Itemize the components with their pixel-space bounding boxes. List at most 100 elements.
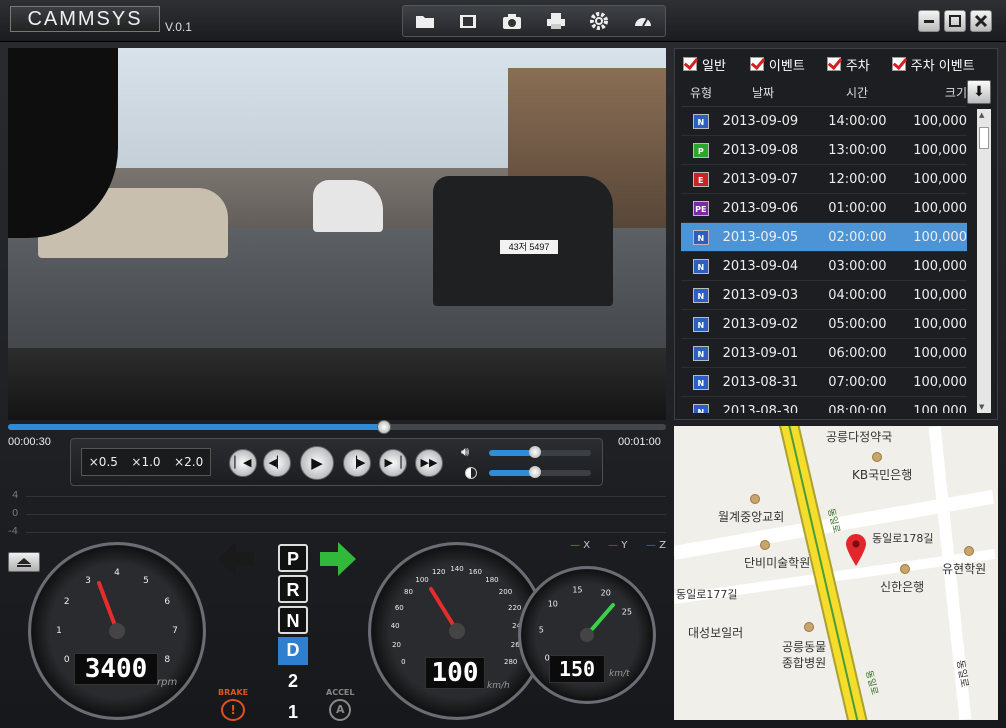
folder-icon[interactable] [414,11,436,31]
video-dashboard [8,348,666,420]
right-arrow-icon [320,542,356,580]
video-player[interactable]: 43저 5497 [8,48,666,420]
type-badge: N [693,287,709,303]
scroll-thumb[interactable] [979,127,989,149]
list-item[interactable]: N 2013-09-01 06:00:00 100,000 [681,339,967,368]
row-size: 100,000 [913,171,967,187]
video-car-white [313,180,383,232]
film-icon[interactable] [457,11,479,31]
progress-fill [8,424,384,430]
checkbox-icon[interactable] [749,57,764,71]
column-type[interactable]: 유형 [681,84,721,101]
fast-forward-icon[interactable]: ▶▶ [415,449,443,477]
rpm-gauge: 3400 rpm 0 1 2 3 4 5 6 7 8 [28,542,206,720]
list-item[interactable]: N 2013-09-03 04:00:00 100,000 [681,281,967,310]
gauge-tick: 140 [450,565,464,573]
brightness-icon [465,467,477,479]
list-item[interactable]: P 2013-09-08 13:00:00 100,000 [681,136,967,165]
hospital-icon [804,622,814,632]
list-item[interactable]: PE 2013-09-06 01:00:00 100,000 [681,194,967,223]
speed-option-double[interactable]: ×2.0 [174,455,203,469]
filter-parking-event[interactable]: 주차 이벤트 [891,55,975,74]
column-size[interactable]: 크기 [909,84,967,101]
checkbox-icon[interactable] [891,57,906,71]
volume-icon: 🔊︎ [461,445,470,460]
minimize-icon[interactable] [918,10,940,32]
gauge-tick: 1 [56,626,62,636]
close-icon[interactable] [970,10,992,32]
list-scrollbar[interactable]: ▲ ▼ [977,109,991,413]
list-item[interactable]: N 2013-09-05 02:00:00 100,000 [681,223,967,252]
progress-handle[interactable] [377,420,391,434]
gear-icon[interactable] [588,11,610,31]
type-badge: N [693,113,709,129]
checkbox-icon[interactable] [826,57,841,71]
list-item[interactable]: N 2013-09-09 14:00:00 100,000 [681,107,967,136]
list-item[interactable]: N 2013-08-31 07:00:00 100,000 [681,368,967,397]
gauge-tick: 0 [63,655,70,665]
speed-option-normal[interactable]: ×1.0 [131,455,160,469]
rpm-readout: 3400 [74,653,158,685]
list-item[interactable]: N 2013-09-02 05:00:00 100,000 [681,310,967,339]
map-view[interactable]: 공릉다정약국 KB국민은행 월계중앙교회 단비미술학원 동일로178길 유현학원… [674,426,998,720]
speed-option-half[interactable]: ×0.5 [89,455,118,469]
brightness-slider[interactable] [489,466,591,478]
gauge-tick: 0 [544,653,550,663]
toolbar [402,5,666,37]
row-size: 100,000 [913,374,967,390]
row-date: 2013-09-01 [722,345,799,361]
skip-start-icon[interactable]: ▏◀ [229,449,257,477]
row-date: 2013-09-09 [722,113,799,129]
speed-readout: 100 [425,657,485,689]
gauge-tick: 20 [392,640,402,649]
map-label: 신한은행 [880,580,925,594]
graph-y-label: 0 [12,508,19,519]
skip-end-icon[interactable]: ▶▕ [379,449,407,477]
row-size: 100,000 [913,200,967,216]
printer-icon[interactable] [545,11,567,31]
list-item[interactable]: E 2013-09-07 12:00:00 100,000 [681,165,967,194]
scroll-up-icon[interactable]: ▲ [979,111,989,119]
list-item[interactable]: N 2013-09-04 03:00:00 100,000 [681,252,967,281]
brightness-handle[interactable] [528,466,541,478]
secondary-unit: km/t [609,669,630,679]
volume-slider[interactable] [489,446,591,458]
type-badge: N [693,258,709,274]
play-icon[interactable]: ▶ [300,446,334,480]
school-icon [964,546,974,556]
gauge-tick: 80 [404,588,413,597]
maximize-icon[interactable] [944,10,966,32]
step-back-icon[interactable]: ◀▏ [263,449,291,477]
list-item[interactable]: N 2013-08-30 08:00:00 100,000 [681,397,967,413]
gauge-tick: 7 [172,626,178,636]
map-label: 단비미술학원 [744,556,811,570]
row-time: 02:00:00 [828,229,887,245]
map-label: 종합병원 [782,656,827,670]
gauge-tick: 200 [498,588,513,597]
column-time[interactable]: 시간 [805,84,909,101]
row-time: 13:00:00 [828,142,887,158]
row-date: 2013-09-07 [722,171,799,187]
gauge-tick: 280 [504,658,518,666]
volume-handle[interactable] [528,446,541,458]
row-size: 100,000 [913,258,967,274]
camera-icon[interactable] [501,11,523,31]
accel-icon: A [329,699,352,721]
checkbox-icon[interactable] [683,57,697,71]
filter-parking[interactable]: 주차 [826,55,870,74]
speedometer-icon[interactable] [632,11,654,31]
row-time: 05:00:00 [828,316,887,332]
progress-bar[interactable] [8,420,666,434]
filter-normal[interactable]: 일반 [683,55,726,74]
step-forward-icon[interactable]: ▕▶ [343,449,371,477]
app-version: V.0.1 [165,20,192,34]
gauge-tick: 2 [63,597,70,607]
row-time: 14:00:00 [828,113,887,129]
filter-event[interactable]: 이벤트 [749,55,805,74]
gauge-tick: 160 [468,567,482,576]
map-label: 동일로178길 [872,532,934,545]
column-date[interactable]: 날짜 [721,84,805,101]
gauge-tick: 6 [164,597,171,607]
scroll-down-icon[interactable]: ▼ [979,403,989,411]
download-icon[interactable]: ⬇ [967,80,991,104]
